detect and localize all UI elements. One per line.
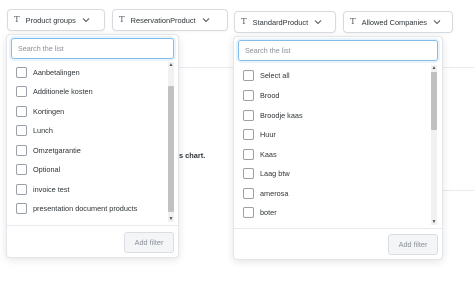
list-item[interactable]: Omzetgarantie <box>16 141 81 159</box>
option-label: Select all <box>260 70 290 80</box>
option-label: amerosa <box>260 188 289 198</box>
list-item[interactable]: Aanbetalingen <box>16 63 80 81</box>
list-item[interactable]: amerosa <box>243 184 288 202</box>
checkbox[interactable] <box>243 187 254 199</box>
checkbox[interactable] <box>243 206 254 218</box>
list-item[interactable]: boter <box>243 203 277 221</box>
search-input[interactable]: Search the list <box>238 40 438 61</box>
add-filter-button[interactable]: Add filter <box>388 234 438 255</box>
option-label: Laag btw <box>260 168 290 178</box>
scrollbar[interactable]: ▲ ▼ <box>168 62 174 222</box>
list-item[interactable]: Kortingen <box>16 102 64 120</box>
reservation-product-filter-button[interactable]: T ReservationProduct <box>112 9 228 31</box>
background-chart-text: s chart. <box>179 151 206 160</box>
select-all-item[interactable]: Select all <box>243 66 290 84</box>
option-label: Optional <box>33 164 61 174</box>
scrollbar-thumb[interactable] <box>168 86 174 212</box>
list-item[interactable]: Broodje kaas <box>243 106 303 124</box>
chevron-down-icon <box>82 18 90 23</box>
scroll-up-icon[interactable]: ▲ <box>431 65 437 71</box>
list-item[interactable]: invoice test <box>16 180 70 198</box>
list-item[interactable]: Optional <box>16 160 60 178</box>
scrollbar-thumb[interactable] <box>431 72 437 130</box>
list-item[interactable]: presentation document products <box>16 199 137 217</box>
option-label: Omzetgarantie <box>33 145 81 155</box>
text-type-icon: T <box>350 17 356 27</box>
checkbox[interactable] <box>243 109 254 121</box>
option-label: Brood <box>260 90 280 100</box>
scroll-down-icon[interactable]: ▼ <box>431 219 437 225</box>
text-type-icon: T <box>119 15 125 25</box>
option-label: presentation document products <box>33 203 138 213</box>
checkbox[interactable] <box>16 85 27 97</box>
search-input[interactable]: Search the list <box>11 38 174 59</box>
checkbox[interactable] <box>16 124 27 136</box>
list-item[interactable]: Lunch <box>16 121 53 139</box>
standard-product-filter-button[interactable]: T StandardProduct <box>234 11 336 33</box>
product-groups-label: Product groups <box>25 15 76 25</box>
checkbox[interactable] <box>16 202 27 214</box>
checkbox[interactable] <box>16 183 27 195</box>
option-label: Kortingen <box>33 106 65 116</box>
option-label: Additionele kosten <box>33 86 93 96</box>
standard-product-dropdown: Search the list Select all Brood Broodje… <box>233 36 443 260</box>
list-item[interactable]: Laag btw <box>243 164 290 182</box>
checkbox[interactable] <box>16 163 27 175</box>
chevron-down-icon <box>314 20 322 25</box>
chevron-down-icon <box>433 20 441 25</box>
option-label: Aanbetalingen <box>33 67 80 77</box>
option-label: Huur <box>260 129 276 139</box>
options-list: Select all Brood Broodje kaas Huur Kaas … <box>234 65 442 225</box>
background-divider <box>440 67 474 68</box>
add-filter-button[interactable]: Add filter <box>124 232 174 253</box>
standard-product-label: StandardProduct <box>252 17 309 27</box>
checkbox[interactable] <box>16 144 27 156</box>
list-item[interactable]: Kaas <box>243 145 277 163</box>
panel-footer-divider <box>7 225 178 226</box>
checkbox[interactable] <box>243 128 254 140</box>
allowed-companies-label: Allowed Companies <box>361 17 427 27</box>
option-label: Broodje kaas <box>260 110 303 120</box>
list-item[interactable]: Brood <box>243 86 279 104</box>
checkbox[interactable] <box>243 167 254 179</box>
reservation-product-label: ReservationProduct <box>130 15 196 25</box>
checkbox[interactable] <box>243 89 254 101</box>
background-divider <box>178 67 238 68</box>
list-item[interactable]: Additionele kosten <box>16 82 93 100</box>
background-divider <box>440 190 474 191</box>
chevron-down-icon <box>202 18 209 23</box>
product-groups-filter-button[interactable]: T Product groups <box>7 9 105 31</box>
option-label: Lunch <box>33 125 53 135</box>
option-label: Kaas <box>260 149 277 159</box>
options-list: Aanbetalingen Additionele kosten Korting… <box>7 62 178 222</box>
scrollbar[interactable]: ▲ ▼ <box>431 65 437 225</box>
checkbox[interactable] <box>16 105 27 117</box>
checkbox[interactable] <box>243 148 254 160</box>
panel-footer-divider <box>234 228 442 229</box>
list-item[interactable]: Huur <box>243 125 276 143</box>
checkbox[interactable] <box>243 69 254 81</box>
option-label: boter <box>260 207 277 217</box>
checkbox[interactable] <box>16 66 27 78</box>
allowed-companies-filter-button[interactable]: T Allowed Companies <box>343 11 453 33</box>
option-label: invoice test <box>33 184 70 194</box>
text-type-icon: T <box>241 17 247 27</box>
scroll-up-icon[interactable]: ▲ <box>168 62 174 68</box>
text-type-icon: T <box>14 15 20 25</box>
product-groups-dropdown: Search the list Aanbetalingen Additionel… <box>6 34 179 258</box>
scroll-down-icon[interactable]: ▼ <box>168 216 174 222</box>
